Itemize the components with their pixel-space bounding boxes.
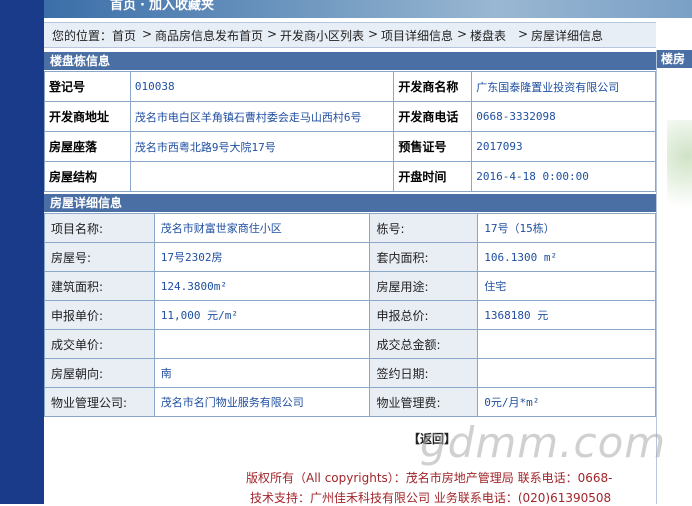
property-company-value: 茂名市名门物业服务有限公司 [153, 387, 371, 417]
project-name-label: 项目名称: [44, 213, 155, 243]
table-row: 开发商地址 茂名市电白区羊角镇石曹村委会走马山西村6号 开发商电话 0668-3… [44, 101, 656, 132]
sign-date-value [477, 358, 656, 388]
presale-license-value: 2017093 [471, 131, 656, 162]
deal-total-amount-value [477, 329, 656, 359]
declared-total-price-label: 申报总价: [369, 300, 479, 330]
house-use-value: 住宅 [477, 271, 656, 301]
property-company-label: 物业管理公司: [44, 387, 155, 417]
developer-phone-value: 0668-3332098 [471, 101, 656, 132]
inner-area-label: 套内面积: [369, 242, 479, 272]
house-section-header: 房屋详细信息 [44, 194, 656, 212]
sign-date-label: 签约日期: [369, 358, 479, 388]
table-row: 物业管理公司: 茂名市名门物业服务有限公司 物业管理费: 0元/月*m² [44, 387, 656, 417]
building-area-value: 124.3800m² [153, 271, 371, 301]
building-area-label: 建筑面积: [44, 271, 155, 301]
breadcrumb-item-building-table[interactable]: 楼盘表 [470, 27, 506, 44]
table-row: 房屋号: 17号2302房 套内面积: 106.1300 m² [44, 242, 656, 272]
breadcrumb-item-developer-list[interactable]: 开发商小区列表 [280, 27, 364, 44]
top-nav-home-link[interactable]: 首页 [110, 0, 136, 13]
location-value: 茂名市西粤北路9号大院17号 [129, 131, 395, 162]
table-row: 房屋朝向: 南 签约日期: [44, 358, 656, 388]
declared-total-price-value: 1368180 元 [477, 300, 656, 330]
structure-label: 房屋结构 [44, 161, 131, 192]
reg-label: 登记号 [44, 71, 131, 102]
table-row: 建筑面积: 124.3800m² 房屋用途: 住宅 [44, 271, 656, 301]
breadcrumb-separator: > [518, 27, 529, 41]
developer-name-value: 广东国泰隆置业投资有限公司 [471, 71, 656, 102]
deal-unit-price-label: 成交单价: [44, 329, 155, 359]
breadcrumb-separator: > [142, 27, 153, 41]
breadcrumb: 您的位置： 首页 > 商品房信息发布首页 > 开发商小区列表 > 项目详细信息 … [44, 22, 656, 48]
opening-time-value: 2016-4-18 0:00:00 [471, 161, 656, 192]
breadcrumb-separator: > [267, 27, 278, 41]
top-nav-separator: · [140, 0, 145, 13]
structure-value [129, 161, 395, 192]
project-name-value: 茂名市财富世家商住小区 [153, 213, 371, 243]
top-nav: 首页 · 加入收藏夹 [110, 0, 214, 13]
building-no-value: 17号（15栋） [477, 213, 656, 243]
breadcrumb-item-project-detail[interactable]: 项目详细信息 [381, 27, 453, 44]
opening-time-label: 开盘时间 [393, 161, 473, 192]
developer-address-value: 茂名市电白区羊角镇石曹村委会走马山西村6号 [129, 101, 395, 132]
property-fee-value: 0元/月*m² [477, 387, 656, 417]
top-nav-favorite-link[interactable]: 加入收藏夹 [149, 0, 214, 13]
table-row: 项目名称: 茂名市财富世家商住小区 栋号: 17号（15栋） [44, 213, 656, 243]
top-banner: 首页 · 加入收藏夹 [44, 0, 692, 18]
breadcrumb-prefix: 您的位置： [52, 29, 113, 43]
property-fee-label: 物业管理费: [369, 387, 479, 417]
building-no-label: 栋号: [369, 213, 479, 243]
footer: 版权所有（All copyrights）：茂名市房地产管理局 联系电话：0668… [44, 462, 656, 505]
right-panel-decoration [667, 120, 692, 240]
building-section-header: 楼盘栋信息 [44, 52, 656, 70]
developer-name-label: 开发商名称 [393, 71, 473, 102]
breadcrumb-separator: > [457, 27, 468, 41]
breadcrumb-item-house-detail: 房屋详细信息 [531, 29, 604, 43]
table-row: 房屋座落 茂名市西粤北路9号大院17号 预售证号 2017093 [44, 131, 656, 162]
inner-area-value: 106.1300 m² [477, 242, 656, 272]
declared-unit-price-label: 申报单价: [44, 300, 155, 330]
declared-unit-price-value: 11,000 元/m² [153, 300, 371, 330]
presale-license-label: 预售证号 [393, 131, 473, 162]
room-no-label: 房屋号: [44, 242, 155, 272]
site-watermark: gdmm.com [420, 418, 667, 467]
reg-value: 010038 [129, 71, 395, 102]
breadcrumb-separator: > [368, 27, 379, 41]
breadcrumb-item-home[interactable]: 首页 [112, 27, 136, 44]
house-info-table: 项目名称: 茂名市财富世家商住小区 栋号: 17号（15栋） 房屋号: 17号2… [44, 213, 656, 417]
table-row: 房屋结构 开盘时间 2016-4-18 0:00:00 [44, 161, 656, 192]
orientation-value: 南 [153, 358, 371, 388]
footer-support: 技术支持：广州佳禾科技有限公司 业务联系电话：(020)61390508 [250, 491, 612, 505]
developer-phone-label: 开发商电话 [393, 101, 473, 132]
location-label: 房屋座落 [44, 131, 131, 162]
table-row: 申报单价: 11,000 元/m² 申报总价: 1368180 元 [44, 300, 656, 330]
orientation-label: 房屋朝向: [44, 358, 155, 388]
deal-total-amount-label: 成交总金额: [369, 329, 479, 359]
footer-copyright: 版权所有（All copyrights）：茂名市房地产管理局 联系电话：0668… [246, 471, 613, 485]
deal-unit-price-value [153, 329, 371, 359]
developer-address-label: 开发商地址 [44, 101, 131, 132]
right-panel-header: 楼房 [657, 50, 692, 68]
breadcrumb-item-release-home[interactable]: 商品房信息发布首页 [155, 27, 263, 44]
table-row: 登记号 010038 开发商名称 广东国泰隆置业投资有限公司 [44, 71, 656, 102]
left-sidebar-bg [0, 0, 44, 504]
table-row: 成交单价: 成交总金额: [44, 329, 656, 359]
building-info-table: 登记号 010038 开发商名称 广东国泰隆置业投资有限公司 开发商地址 茂名市… [44, 71, 656, 192]
room-no-value: 17号2302房 [153, 242, 371, 272]
house-use-label: 房屋用途: [369, 271, 479, 301]
